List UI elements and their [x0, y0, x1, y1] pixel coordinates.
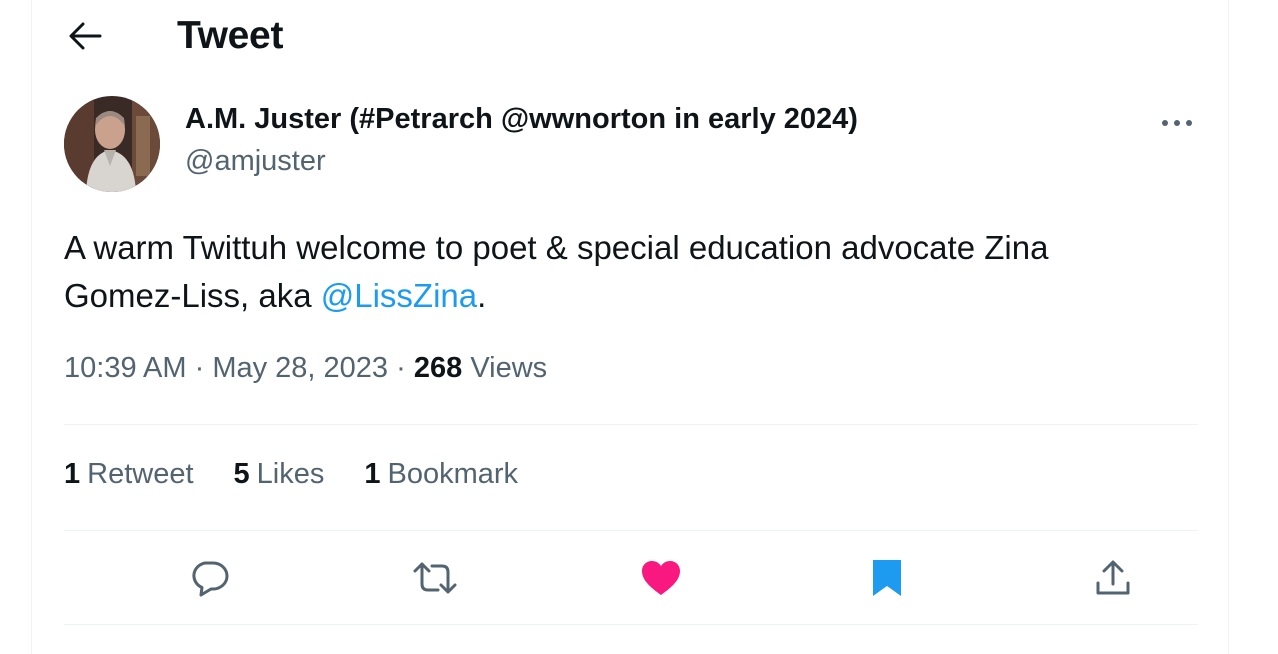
tweet-column: Tweet A.M. Juster (#Petrarch @wwnorton i… — [31, 0, 1229, 654]
bookmarks-count: 1 — [364, 458, 381, 490]
bookmarks-stat[interactable]: 1 Bookmark — [364, 458, 518, 491]
mention-link[interactable]: @LissZina — [321, 277, 477, 314]
share-button[interactable] — [1083, 548, 1143, 608]
retweets-label: Retweet — [87, 458, 194, 490]
tweet-actions — [64, 548, 1198, 610]
retweets-count: 1 — [64, 458, 81, 490]
divider — [64, 530, 1198, 531]
tweet-meta: 10:39 AM · May 28, 2023 · 268 Views — [64, 352, 547, 385]
tweet-text: A warm Twittuh welcome to poet & special… — [64, 224, 1174, 320]
like-button[interactable] — [631, 548, 691, 608]
likes-count: 5 — [233, 458, 250, 490]
retweet-button[interactable] — [405, 548, 465, 608]
divider — [64, 424, 1198, 425]
bookmarks-label: Bookmark — [387, 458, 519, 490]
author-handle[interactable]: @amjuster — [185, 145, 326, 178]
page-title: Tweet — [177, 14, 284, 57]
retweet-icon — [413, 562, 457, 594]
header: Tweet — [32, 0, 1228, 74]
likes-stat[interactable]: 5 Likes — [234, 458, 325, 491]
engagement-stats: 1 Retweet 5 Likes 1 Bookmark — [64, 458, 558, 491]
avatar-photo — [64, 96, 160, 192]
tweet-time[interactable]: 10:39 AM — [64, 352, 187, 384]
views-label: Views — [470, 352, 548, 384]
views-count: 268 — [413, 352, 463, 384]
reply-button[interactable] — [179, 548, 239, 608]
bookmark-button[interactable] — [857, 548, 917, 608]
bookmark-icon — [873, 560, 901, 596]
reply-icon — [192, 561, 229, 597]
share-icon — [1096, 560, 1130, 595]
author-display-name[interactable]: A.M. Juster (#Petrarch @wwnorton in earl… — [185, 103, 858, 136]
tweet-date[interactable]: May 28, 2023 — [212, 352, 388, 384]
meta-separator: · — [396, 352, 406, 384]
heart-icon — [642, 561, 680, 595]
tweet-text-body: A warm Twittuh welcome to poet & special… — [64, 229, 1049, 314]
arrow-left-icon — [69, 22, 102, 50]
meta-separator: · — [194, 352, 205, 384]
likes-label: Likes — [256, 458, 325, 490]
more-horizontal-icon — [1162, 120, 1192, 126]
more-options-button[interactable] — [1157, 110, 1197, 136]
back-button[interactable] — [62, 16, 108, 56]
divider — [64, 624, 1198, 625]
retweets-stat[interactable]: 1 Retweet — [64, 458, 194, 491]
tweet-text-end: . — [477, 277, 487, 314]
avatar[interactable] — [64, 96, 160, 192]
